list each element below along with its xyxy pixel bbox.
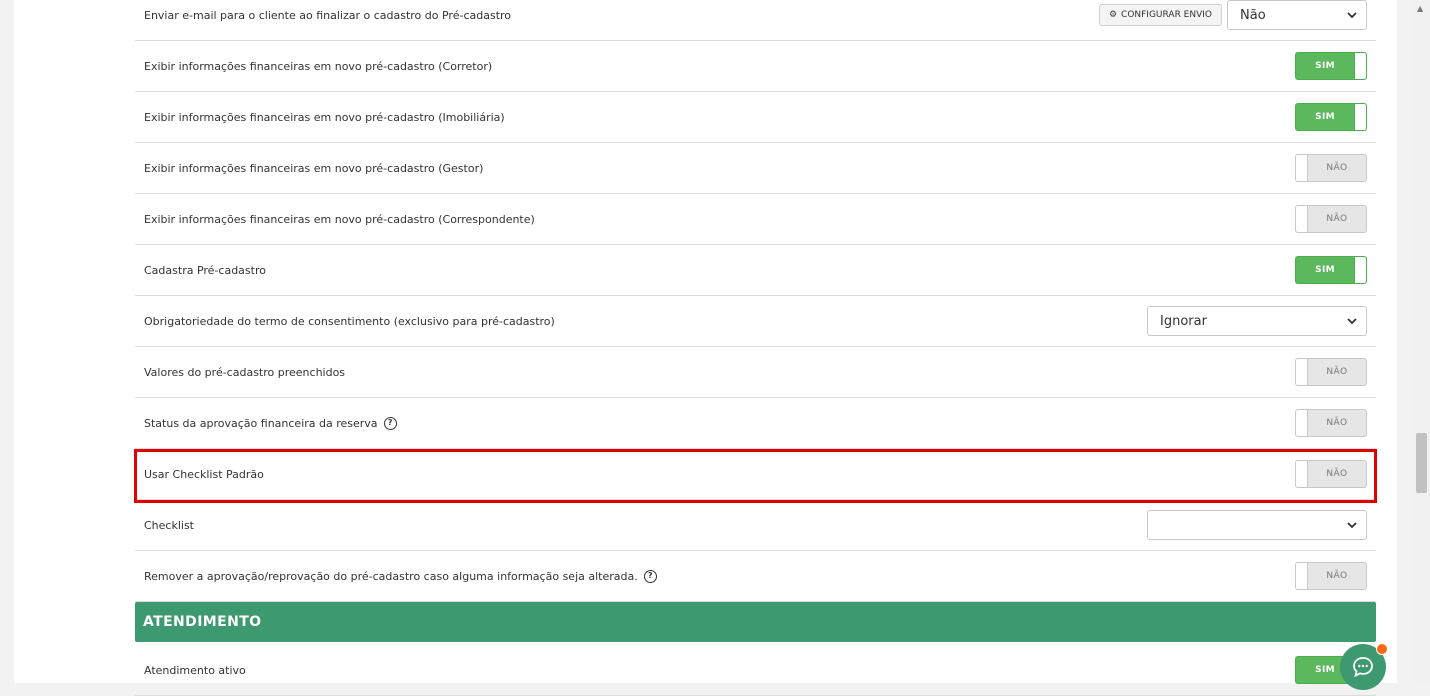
- section-header-atendimento: ATENDIMENTO: [135, 602, 1376, 642]
- setting-label: Valores do pré-cadastro preenchidos: [144, 365, 346, 379]
- setting-label: Atendimento ativo: [144, 663, 246, 677]
- scroll-up-icon[interactable]: ▲: [1417, 4, 1423, 13]
- setting-row-fin-corretor: Exibir informações financeiras em novo p…: [135, 41, 1376, 92]
- termo-consentimento-select[interactable]: Ignorar: [1147, 306, 1367, 336]
- toggle-remover-aprovacao[interactable]: NÃO: [1295, 562, 1367, 590]
- toggle-status-aprovacao[interactable]: NÃO: [1295, 409, 1367, 437]
- toggle-knob: [1296, 155, 1308, 181]
- chevron-down-icon: [1347, 522, 1357, 529]
- setting-row-status-aprovacao: Status da aprovação financeira da reserv…: [135, 398, 1376, 449]
- setting-label: Exibir informações financeiras em novo p…: [144, 59, 493, 73]
- configure-send-label: CONFIGURAR ENVIO: [1121, 10, 1212, 20]
- checklist-select[interactable]: [1147, 510, 1367, 540]
- chevron-down-icon: [1347, 318, 1357, 325]
- setting-row-valores-preenchidos: Valores do pré-cadastro preenchidos NÃO: [135, 347, 1376, 398]
- setting-row-cadastra-pre-cadastro: Cadastra Pré-cadastro SIM: [135, 245, 1376, 296]
- toggle-knob: [1296, 359, 1308, 385]
- setting-label: Exibir informações financeiras em novo p…: [144, 110, 505, 124]
- chat-button[interactable]: [1340, 643, 1388, 690]
- toggle-fin-gestor[interactable]: NÃO: [1295, 154, 1367, 182]
- toggle-fin-correspondente[interactable]: NÃO: [1295, 205, 1367, 233]
- setting-label: Usar Checklist Padrão: [144, 467, 264, 481]
- setting-label: Exibir informações financeiras em novo p…: [144, 161, 484, 175]
- setting-row-remover-aprovacao: Remover a aprovação/reprovação do pré-ca…: [135, 551, 1376, 602]
- toggle-knob: [1354, 104, 1366, 130]
- setting-label: Exibir informações financeiras em novo p…: [144, 212, 535, 226]
- toggle-label: NÃO: [1326, 469, 1348, 479]
- setting-row-atendimento-ativo: Atendimento ativo SIM: [135, 645, 1376, 696]
- select-value: Ignorar: [1160, 313, 1207, 329]
- setting-label: Status da aprovação financeira da reserv…: [144, 416, 378, 430]
- setting-row-checklist: Checklist: [135, 500, 1376, 551]
- setting-row-fin-gestor: Exibir informações financeiras em novo p…: [135, 143, 1376, 194]
- toggle-label: NÃO: [1326, 163, 1348, 173]
- chevron-down-icon: [1347, 12, 1357, 19]
- setting-label-wrap: Status da aprovação financeira da reserv…: [144, 416, 397, 430]
- toggle-label: SIM: [1315, 112, 1335, 122]
- vertical-scrollbar[interactable]: ▲: [1413, 0, 1430, 683]
- setting-label: Remover a aprovação/reprovação do pré-ca…: [144, 569, 638, 583]
- setting-label: Enviar e-mail para o cliente ao finaliza…: [144, 8, 512, 22]
- setting-label-wrap: Remover a aprovação/reprovação do pré-ca…: [144, 569, 657, 583]
- setting-label: Obrigatoriedade do termo de consentiment…: [144, 314, 555, 328]
- setting-row-termo-consentimento: Obrigatoriedade do termo de consentiment…: [135, 296, 1376, 347]
- setting-row-fin-imobiliaria: Exibir informações financeiras em novo p…: [135, 92, 1376, 143]
- toggle-label: NÃO: [1326, 214, 1348, 224]
- toggle-label: NÃO: [1326, 418, 1348, 428]
- toggle-knob: [1296, 410, 1308, 436]
- send-email-select[interactable]: Não: [1227, 0, 1367, 30]
- toggle-knob: [1296, 461, 1308, 487]
- toggle-usar-checklist-padrao[interactable]: NÃO: [1295, 460, 1367, 488]
- toggle-label: NÃO: [1326, 571, 1348, 581]
- toggle-label: NÃO: [1326, 367, 1348, 377]
- question-circle-icon[interactable]: ?: [383, 416, 397, 430]
- question-circle-icon[interactable]: ?: [643, 569, 657, 583]
- toggle-label: SIM: [1315, 265, 1335, 275]
- settings-list: Enviar e-mail para o cliente ao finaliza…: [135, 0, 1376, 602]
- section-title: ATENDIMENTO: [143, 614, 262, 630]
- toggle-fin-imobiliaria[interactable]: SIM: [1295, 103, 1367, 131]
- toggle-knob: [1354, 53, 1366, 79]
- toggle-cadastra-pre-cadastro[interactable]: SIM: [1295, 256, 1367, 284]
- setting-row-usar-checklist-padrao: Usar Checklist Padrão NÃO: [135, 449, 1376, 500]
- setting-row-send-email: Enviar e-mail para o cliente ao finaliza…: [135, 0, 1376, 41]
- setting-row-fin-correspondente: Exibir informações financeiras em novo p…: [135, 194, 1376, 245]
- toggle-fin-corretor[interactable]: SIM: [1295, 52, 1367, 80]
- configure-send-button[interactable]: ⚙ CONFIGURAR ENVIO: [1098, 4, 1222, 26]
- toggle-valores-preenchidos[interactable]: NÃO: [1295, 358, 1367, 386]
- toggle-knob: [1354, 257, 1366, 283]
- select-value: Não: [1240, 7, 1266, 23]
- notification-dot: [1376, 643, 1388, 655]
- chat-bubble-icon: [1353, 657, 1373, 678]
- toggle-knob: [1296, 563, 1308, 589]
- toggle-label: SIM: [1315, 61, 1335, 71]
- toggle-knob: [1296, 206, 1308, 232]
- setting-label: Checklist: [144, 518, 194, 532]
- gear-icon: ⚙: [1108, 10, 1118, 20]
- scrollbar-thumb[interactable]: [1416, 433, 1427, 493]
- setting-label: Cadastra Pré-cadastro: [144, 263, 266, 277]
